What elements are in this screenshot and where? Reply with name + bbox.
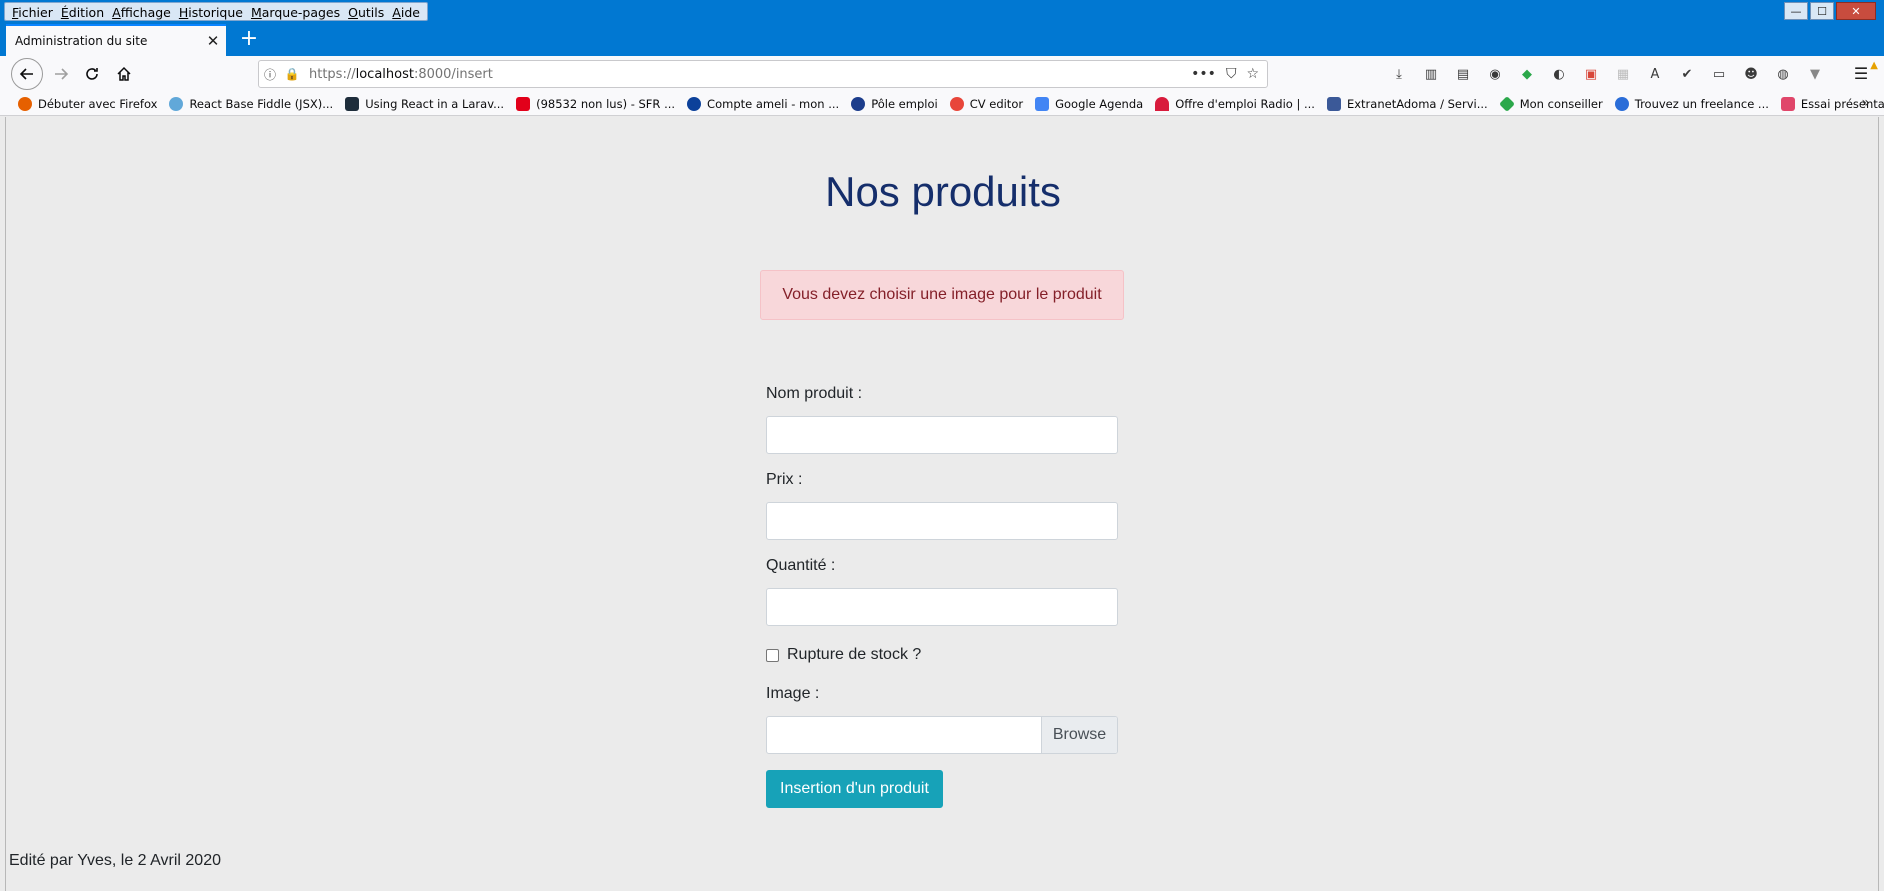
menu-marque-pages[interactable]: Marque-pages [247,3,344,20]
tab-strip: Administration du site ✕ + [0,24,1884,56]
url-text[interactable]: https://localhost:8000/insert [309,67,1191,82]
browse-button[interactable]: Browse [1041,717,1117,753]
bookmark-item[interactable]: Compte ameli - mon ... [687,96,839,111]
download-icon[interactable]: ⤓ [1388,64,1410,84]
bookmark-star-icon[interactable]: ☆ [1246,66,1259,82]
adoma-icon [1326,96,1341,111]
page-title: Nos produits [825,168,1061,215]
account-icon[interactable]: ◉ [1484,64,1506,84]
page-content: Nos produits Vous devez choisir une imag… [5,117,1879,891]
tab-administration[interactable]: Administration du site ✕ [6,24,226,56]
home-icon[interactable] [109,59,139,89]
quantity-input[interactable] [766,588,1118,626]
name-input[interactable] [766,416,1118,454]
price-label: Prix : [766,471,803,488]
conseiller-icon [1498,95,1515,112]
menu-aide[interactable]: Aide [388,3,424,20]
url-scheme: https:// [309,66,356,82]
menu-affichage[interactable]: Affichage [108,3,175,20]
bookmark-item[interactable]: Trouvez un freelance ... [1614,96,1769,111]
sidebar-icon[interactable]: ▤ [1452,64,1474,84]
cv-editor-icon [949,96,964,111]
ameli-icon [687,96,702,111]
url-path: :8000/insert [413,66,493,82]
window-titlebar: Fichier Édition Affichage Historique Mar… [0,0,1884,24]
url-host: localhost [355,66,414,82]
footer-text: Edité par Yves, le 2 Avril 2020 [9,852,221,869]
window-controls: — ☐ ✕ [1784,2,1876,20]
freelance-icon [1614,96,1629,111]
font-icon[interactable]: A [1644,64,1666,84]
minimize-icon[interactable]: — [1784,2,1808,20]
extension-green-icon[interactable]: ◆ [1516,64,1538,84]
menu-edition[interactable]: Édition [57,3,108,20]
bookmark-item[interactable]: Mon conseiller [1498,95,1603,112]
menu-historique[interactable]: Historique [175,3,247,20]
stock-row: Rupture de stock ? [766,646,921,664]
pole-emploi-icon [851,96,866,111]
radio-icon [1155,96,1170,111]
menu-icon[interactable]: ☰ ▲ [1850,60,1878,84]
image-label: Image : [766,685,820,702]
firefox-icon [18,96,32,111]
name-label: Nom produit : [766,385,863,402]
reload-icon[interactable] [77,59,107,89]
calendar-icon [1035,96,1050,111]
mascot-extension-icon[interactable]: ☻ [1740,64,1762,84]
maximize-icon[interactable]: ☐ [1810,2,1834,20]
vue-extension-icon[interactable]: ▼ [1804,64,1826,84]
bookmarks-overflow-icon[interactable]: » [1861,95,1870,111]
tv-extension-icon[interactable]: ▭ [1708,64,1730,84]
bookmark-item[interactable]: Google Agenda [1035,96,1143,111]
bookmarks-bar: Débuter avec Firefox React Base Fiddle (… [0,92,1884,116]
info-icon[interactable]: ⓘ [259,66,281,83]
sfr-icon [516,96,531,111]
nav-toolbar: ⓘ 🔒 https://localhost:8000/insert ••• ⛉ … [0,56,1884,92]
url-bar[interactable]: ⓘ 🔒 https://localhost:8000/insert ••• ⛉ … [258,60,1268,88]
forward-icon[interactable] [46,59,76,89]
globe-extension-icon[interactable]: ◍ [1772,64,1794,84]
page-actions-icon[interactable]: ••• [1191,66,1216,82]
toolbar-icons: ⤓ ▥ ▤ ◉ ◆ ◐ ▣ ▦ A ✔ ▭ ☻ ◍ ▼ [1388,64,1826,84]
menu-outils[interactable]: Outils [344,3,388,20]
new-tab-button[interactable]: + [236,26,262,54]
menu-fichier[interactable]: Fichier [8,3,57,20]
image-file-input[interactable]: Browse [766,716,1118,754]
laracasts-icon [345,96,360,111]
bookmark-item[interactable]: Pôle emploi [851,96,938,111]
close-window-icon[interactable]: ✕ [1836,2,1876,20]
bookmark-item[interactable]: (98532 non lus) - SFR ... [516,96,675,111]
back-icon[interactable] [11,58,43,90]
bookmark-item[interactable]: CV editor [949,96,1023,111]
bookmark-item[interactable]: ExtranetAdoma / Servi... [1326,96,1488,111]
dark-mode-icon[interactable]: ◐ [1548,64,1570,84]
cloud-icon [169,96,184,111]
bookmark-item[interactable]: Débuter avec Firefox [18,96,157,111]
insert-product-button[interactable]: Insertion d'un produit [766,770,943,808]
bookmark-item[interactable]: Using React in a Larav... [345,96,504,111]
pocket-icon[interactable]: ⛉ [1226,66,1237,82]
price-input[interactable] [766,502,1118,540]
library-icon[interactable]: ▥ [1420,64,1442,84]
out-of-stock-label[interactable]: Rupture de stock ? [787,646,921,664]
bookmark-item[interactable]: Offre d'emploi Radio | ... [1155,96,1315,111]
warning-icon: ▲ [1870,60,1878,71]
bookmark-item[interactable]: React Base Fiddle (JSX)... [169,96,333,111]
extension-grey-icon[interactable]: ▦ [1612,64,1634,84]
tab-title: Administration du site [15,34,148,48]
out-of-stock-checkbox[interactable] [766,648,779,662]
quantity-label: Quantité : [766,557,836,574]
file-name-field[interactable] [767,717,1041,753]
error-alert: Vous devez choisir une image pour le pro… [760,270,1124,320]
check-extension-icon[interactable]: ✔ [1676,64,1698,84]
presentation-icon [1780,96,1795,111]
lock-warning-icon[interactable]: 🔒 [281,67,303,81]
tab-close-icon[interactable]: ✕ [200,32,226,50]
extension-red-icon[interactable]: ▣ [1580,64,1602,84]
menubar: Fichier Édition Affichage Historique Mar… [4,2,428,21]
